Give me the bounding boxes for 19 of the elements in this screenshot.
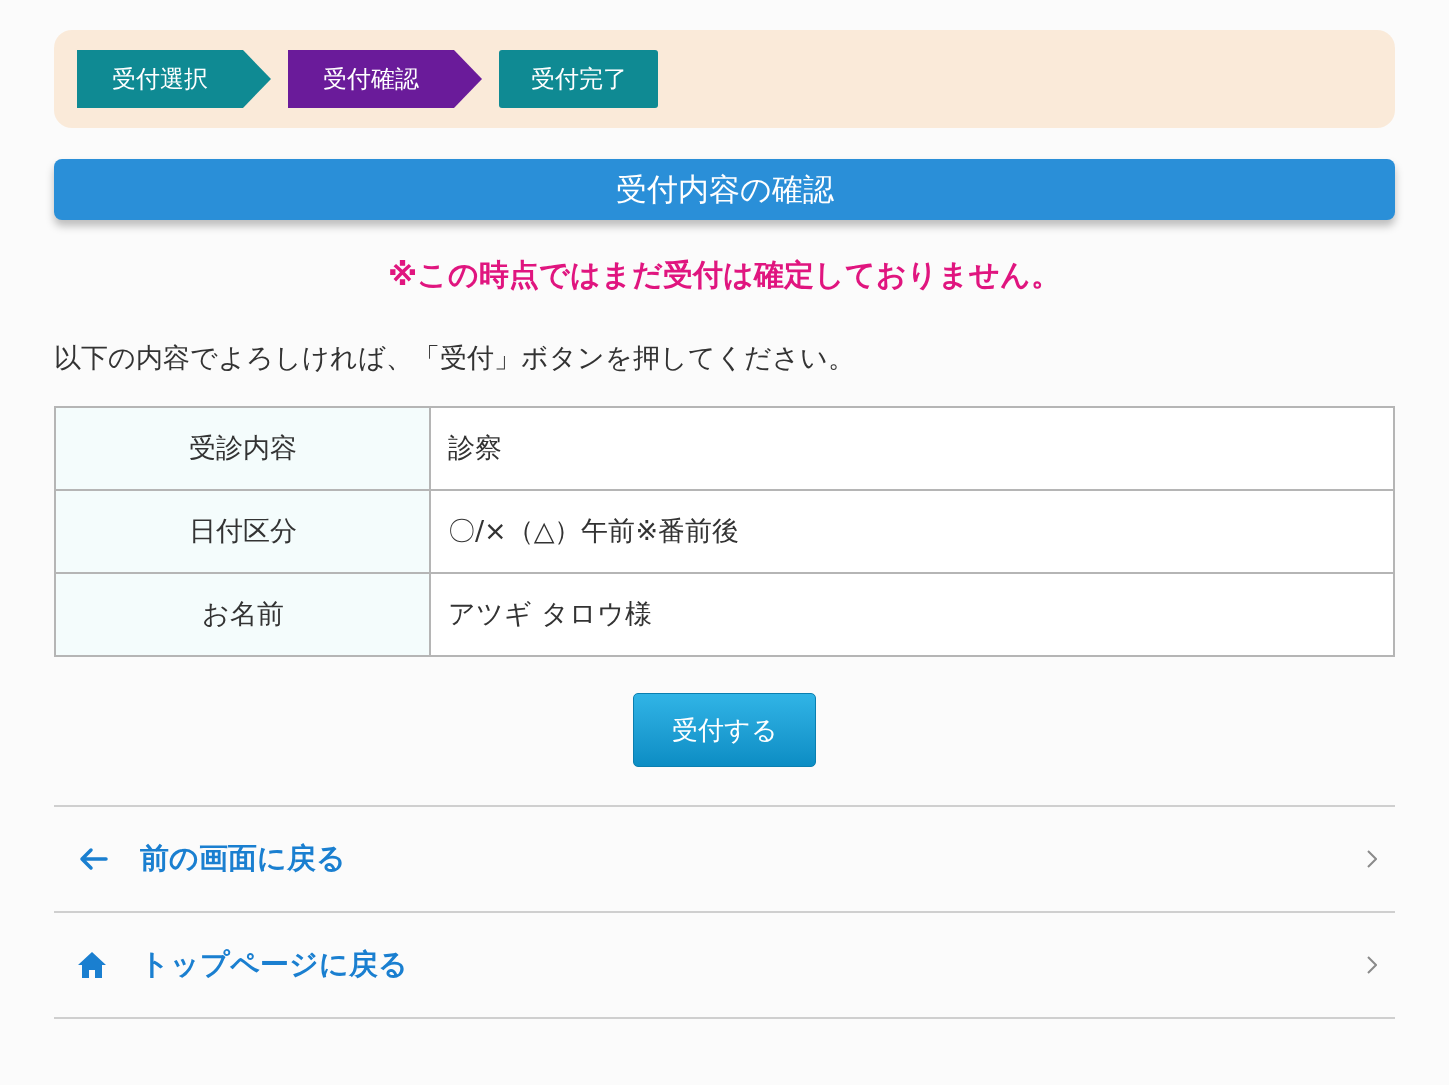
home-icon xyxy=(78,952,106,978)
instruction-text: 以下の内容でよろしければ、「受付」ボタンを押してください。 xyxy=(54,342,855,373)
table-label-cell: 日付区分 xyxy=(55,490,430,573)
arrow-left-icon xyxy=(78,847,108,871)
progress-step: 受付確認 xyxy=(288,50,482,108)
table-value-cell: アツギ タロウ様 xyxy=(430,573,1394,656)
progress-step: 受付選択 xyxy=(77,50,271,108)
table-value-cell: 〇/×（△）午前※番前後 xyxy=(430,490,1394,573)
warning-text: ※この時点ではまだ受付は確定しておりません。 xyxy=(387,256,1062,294)
nav-link[interactable]: 前の画面に戻る xyxy=(54,807,1395,913)
chevron-right-icon xyxy=(1367,956,1377,974)
submit-button[interactable]: 受付する xyxy=(633,693,816,767)
progress-step: 受付完了 xyxy=(499,50,658,108)
table-label-cell: お名前 xyxy=(55,573,430,656)
table-label-cell: 受診内容 xyxy=(55,407,430,490)
nav-link[interactable]: トップページに戻る xyxy=(54,913,1395,1019)
table-value-cell: 診察 xyxy=(430,407,1394,490)
chevron-right-icon xyxy=(1367,850,1377,868)
section-heading: 受付内容の確認 xyxy=(54,159,1395,220)
